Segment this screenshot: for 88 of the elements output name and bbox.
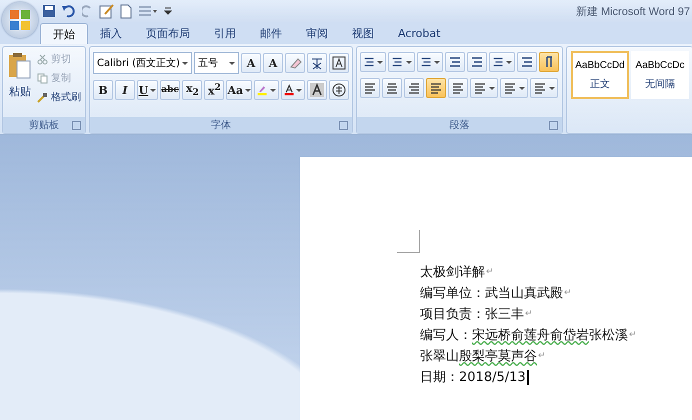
list-icon: [363, 55, 376, 69]
document-line: 编写人：宋远桥俞莲舟俞岱岩张松溪↵: [420, 327, 638, 345]
ribbon-tab[interactable]: 视图: [340, 23, 386, 44]
enclose-character-button[interactable]: [328, 80, 349, 100]
phonetic-guide-button[interactable]: [307, 53, 327, 73]
font-size-dropdown[interactable]: 五号: [194, 52, 239, 74]
shrink-font-button[interactable]: A: [263, 53, 283, 73]
paragraph-button[interactable]: [448, 78, 468, 98]
font-color-icon: [284, 83, 294, 97]
alignment-icon: [473, 81, 487, 95]
character-border-button[interactable]: [329, 53, 349, 73]
paragraph-button[interactable]: [360, 52, 386, 72]
new-document-icon[interactable]: [120, 4, 132, 18]
paragraph-button[interactable]: [470, 78, 498, 98]
format-button[interactable]: x$_{2}$: [182, 80, 202, 100]
paragraph-button[interactable]: [488, 52, 515, 72]
format-button[interactable]: I: [115, 80, 135, 100]
style-gallery-item[interactable]: AaBbCcDc 无间隔: [631, 51, 689, 99]
document-line: 太极剑详解↵: [420, 264, 495, 282]
margin-corner-mark: [397, 230, 420, 253]
document-line: 编写单位：武当山真武殿↵: [420, 285, 573, 303]
alignment-icon: [385, 81, 399, 95]
window-title: 新建 Microsoft Word 97: [576, 4, 691, 18]
brush-icon: [37, 92, 48, 102]
font-name-dropdown[interactable]: Calibri (西文正文): [93, 52, 192, 74]
paragraph-button[interactable]: [517, 52, 537, 72]
alignment-icon: [429, 81, 443, 95]
customize-caret-icon[interactable]: [164, 6, 172, 16]
undo-icon[interactable]: [61, 4, 77, 18]
paragraph-button[interactable]: [500, 78, 528, 98]
character-icon: [310, 56, 324, 70]
paragraph-button[interactable]: [388, 52, 414, 72]
shaded-letter-icon: [310, 83, 324, 97]
format-button[interactable]: x$^{2}$: [204, 80, 224, 100]
alignment-icon: [533, 81, 547, 95]
alignment-icon: [363, 81, 377, 95]
circled-character-icon: [332, 83, 346, 97]
paragraph-button[interactable]: [444, 52, 465, 72]
document-line: 项目负责：张三丰↵: [420, 306, 534, 324]
ribbon-tab[interactable]: 审阅: [294, 23, 340, 44]
edit-icon[interactable]: [99, 3, 115, 19]
alignment-icon: [407, 81, 421, 95]
clipboard-icon: [8, 52, 32, 80]
clipboard-command[interactable]: 格式刷: [36, 89, 82, 105]
grow-font-button[interactable]: A: [241, 53, 261, 73]
format-button[interactable]: U: [137, 80, 158, 100]
copy-icon: [37, 72, 48, 84]
document-line: 张翠山殷梨亭莫声谷↵: [420, 348, 547, 366]
shading-button[interactable]: [306, 80, 327, 100]
save-icon[interactable]: [42, 4, 56, 18]
ribbon-tab[interactable]: 页面布局: [134, 23, 202, 44]
style-gallery-item[interactable]: AaBbCcDd 正文: [571, 51, 629, 99]
list-icon: [391, 55, 404, 69]
format-button[interactable]: B: [93, 80, 113, 100]
paragraph-button[interactable]: [416, 52, 443, 72]
office-button[interactable]: [2, 2, 38, 38]
paragraph-button[interactable]: [404, 78, 424, 98]
paragraph-button[interactable]: [360, 78, 380, 98]
ribbon-tab[interactable]: 引用: [202, 23, 248, 44]
list-icon: [420, 55, 432, 69]
paragraph-button[interactable]: [539, 52, 559, 72]
ribbon-tab[interactable]: Acrobat: [386, 23, 452, 44]
list-icon: [470, 55, 484, 69]
alignment-icon: [451, 81, 465, 95]
paragraph-button[interactable]: [530, 78, 558, 98]
document-line: 日期：2018/5/13: [420, 367, 692, 388]
alignment-icon: [503, 81, 517, 95]
layout-icon[interactable]: [137, 4, 159, 18]
paste-button[interactable]: 粘贴: [6, 50, 34, 114]
office-logo-icon: [9, 9, 31, 31]
list-icon: [448, 55, 462, 69]
ribbon-tab[interactable]: 插入: [88, 23, 134, 44]
scissors-icon: [37, 54, 48, 64]
font-color-button[interactable]: [280, 80, 305, 100]
format-button[interactable]: abc: [160, 80, 180, 100]
format-button[interactable]: Aa: [226, 80, 252, 100]
eraser-icon: [288, 56, 302, 70]
boxed-letter-icon: [332, 56, 346, 70]
list-icon: [520, 55, 534, 69]
paragraph-button[interactable]: [382, 78, 402, 98]
group-label: 字体: [211, 118, 231, 132]
ribbon-tab[interactable]: 邮件: [248, 23, 294, 44]
paragraph-button[interactable]: [466, 52, 487, 72]
list-icon: [492, 55, 504, 69]
paragraph-button[interactable]: [426, 78, 446, 98]
group-label: 段落: [450, 118, 470, 132]
group-label: 剪贴板: [29, 118, 59, 132]
ribbon-tab[interactable]: 开始: [40, 23, 88, 44]
